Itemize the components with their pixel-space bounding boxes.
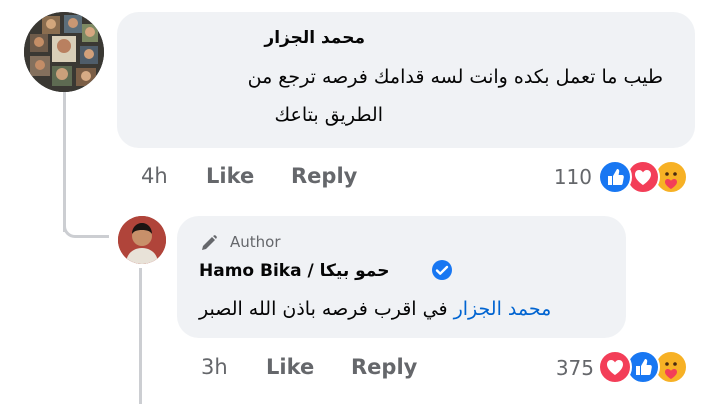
reply-reactions[interactable] — [598, 350, 698, 384]
mention-link[interactable]: محمد الجزار — [454, 298, 552, 320]
pencil-icon — [202, 235, 217, 250]
collage-photo-icon — [24, 12, 104, 92]
profile-photo-icon — [118, 216, 166, 264]
author-avatar[interactable] — [118, 216, 166, 264]
verified-badge-icon — [431, 259, 453, 281]
reply-reaction-count[interactable]: 375 — [548, 356, 594, 380]
love-icon — [598, 350, 632, 384]
comment-like-button[interactable]: Like — [206, 164, 254, 188]
reply-body: في اقرب فرصه باذن الله الصبر — [199, 298, 448, 320]
reply-timestamp[interactable]: 3h — [201, 355, 228, 379]
comment-reaction-count[interactable]: 110 — [548, 165, 592, 189]
comment-author-name[interactable]: محمد الجزار — [264, 28, 365, 48]
like-icon — [598, 160, 632, 194]
reply-reply-button[interactable]: Reply — [351, 355, 417, 379]
comment-bubble: محمد الجزار طيب ما تعمل بكده وانت لسه قد… — [117, 12, 695, 148]
comment-text-line-2: الطريق بتاعك — [274, 104, 383, 126]
thread-line-vertical — [63, 92, 66, 232]
reply-text: محمد الجزار في اقرب فرصه باذن الله الصبر — [199, 298, 551, 320]
thread-line-reply — [139, 268, 142, 404]
comment-timestamp[interactable]: 4h — [141, 164, 168, 188]
reply-author-name[interactable]: Hamo Bika / حمو بيكا — [199, 261, 389, 281]
commenter-avatar[interactable] — [24, 12, 104, 92]
comment-reply-button[interactable]: Reply — [291, 164, 357, 188]
reply-like-button[interactable]: Like — [266, 355, 314, 379]
reply-bubble: Author Hamo Bika / حمو بيكا محمد الجزار … — [177, 216, 626, 338]
author-badge-label: Author — [230, 233, 281, 251]
comment-text-line-1: طيب ما تعمل بكده وانت لسه قدامك فرصه ترج… — [247, 66, 663, 88]
thread-line-curve — [63, 226, 109, 238]
comment-reactions[interactable] — [598, 160, 698, 194]
